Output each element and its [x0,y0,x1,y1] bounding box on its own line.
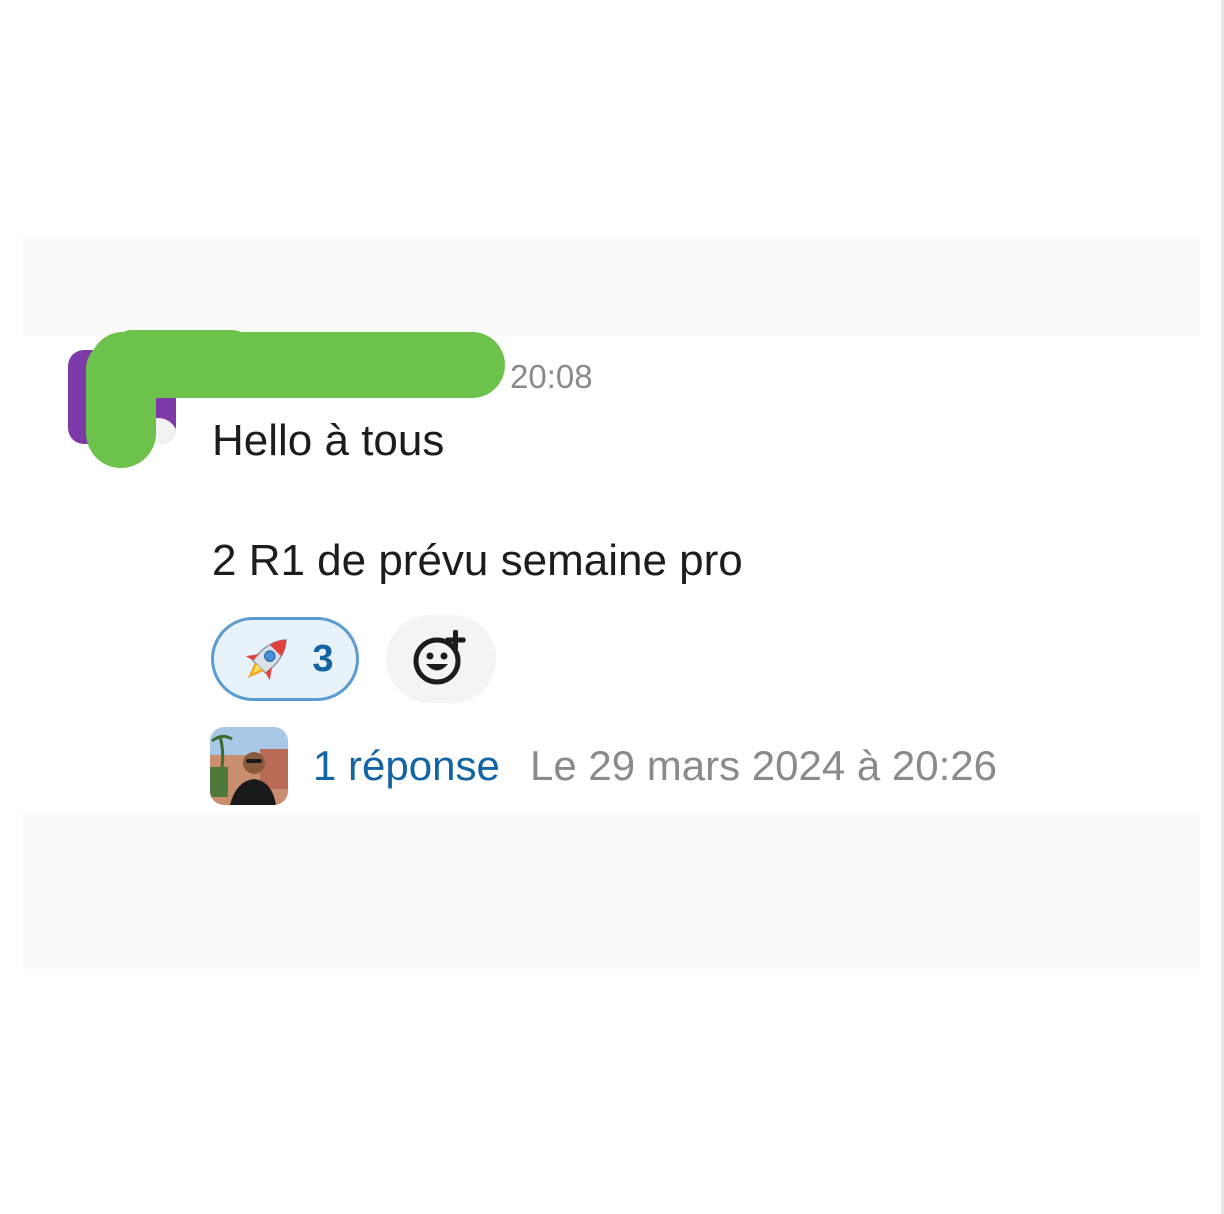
thread-last-reply-time: Le 29 mars 2024 à 20:26 [530,742,998,789]
reaction-count: 3 [312,637,334,680]
redaction-mark-avatar [86,340,156,468]
message-timestamp[interactable]: 20:08 [510,358,593,396]
next-message-area [22,812,1200,970]
message-text-line: 2 R1 de prévu semaine pro [212,536,743,585]
add-emoji-icon [409,625,473,694]
previous-message-area [22,236,1200,336]
message-text-line: Hello à tous [212,416,445,465]
rocket-icon [236,628,298,690]
thread-reply-avatar[interactable] [210,727,288,805]
thread-replies-link[interactable]: 1 réponse [313,742,500,790]
reaction-rocket[interactable]: 3 [211,617,359,701]
slack-message-screenshot: 20:08 Hello à tous 2 R1 de prévu semaine… [0,0,1224,1214]
add-reaction-button[interactable] [386,615,496,703]
